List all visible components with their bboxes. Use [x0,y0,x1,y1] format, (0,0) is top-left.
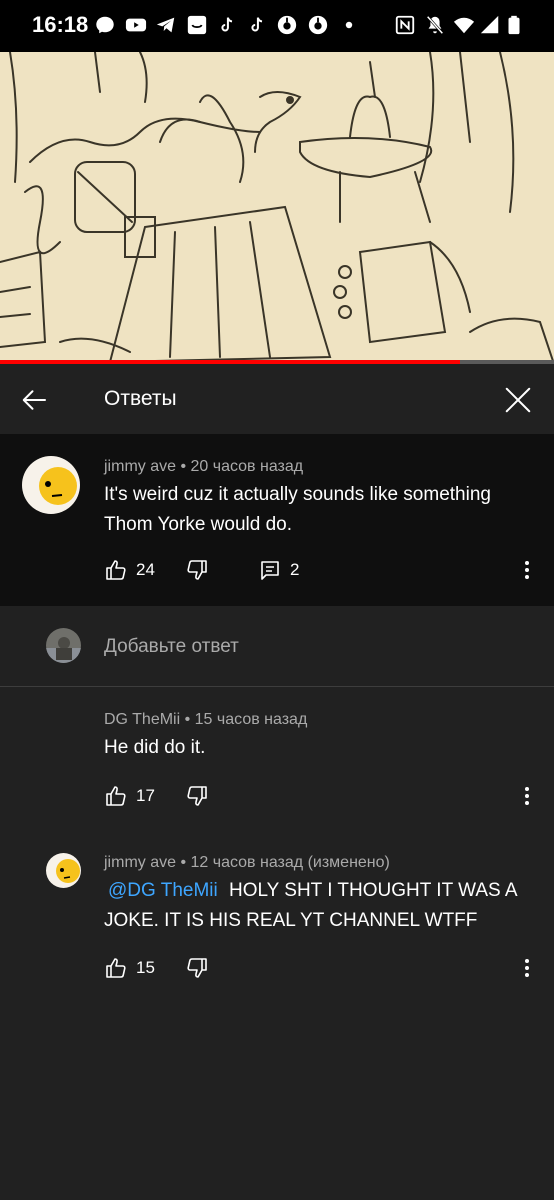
more-vert-icon [525,787,529,805]
reply-text: He did do it. [104,737,206,758]
like-button[interactable]: 17 [104,784,155,808]
avatar [46,628,81,663]
comment-author-meta: jimmy ave • 20 часов назад [104,458,304,475]
telegram-icon [154,13,178,37]
comment-icon [261,561,279,580]
close-icon [505,387,531,413]
dislike-button[interactable] [185,956,209,980]
more-options-button[interactable] [515,954,539,982]
youtube-icon [124,13,148,37]
thumbs-up-icon [106,958,126,978]
comment-text: It's weird cuz it actually sounds like s… [104,484,491,535]
thumbs-up-icon [106,786,126,806]
like-count: 15 [136,958,155,977]
tiktok-icon [245,13,269,37]
more-options-button[interactable] [515,782,539,810]
thumbs-up-icon [106,560,126,580]
nfc-icon [393,13,417,37]
signal-icon [478,13,502,37]
tiktok-icon [215,13,239,37]
reply-count: 2 [290,560,300,579]
dot-icon [337,13,361,37]
like-count: 24 [136,560,155,579]
avatar[interactable] [22,456,80,514]
smile-app-icon [185,13,209,37]
mute-icon [423,13,447,37]
mention-link[interactable]: @DG TheMii [108,880,218,901]
more-options-button[interactable] [515,556,539,584]
reply-count-button[interactable]: 2 [258,558,299,582]
arrow-left-icon [22,390,46,410]
close-button[interactable] [498,380,538,420]
reply-text: @DG TheMii HOLY SHT I THOUGHT IT WAS A J… [104,876,534,936]
messenger-icon [93,13,117,37]
more-vert-icon [525,959,529,977]
reply-author-meta: DG TheMii • 15 часов назад [104,711,308,728]
back-button[interactable] [16,381,54,419]
dislike-button[interactable] [185,784,209,808]
dislike-button[interactable] [185,558,209,582]
status-time: 16:18 [32,12,89,37]
like-count: 17 [136,786,155,805]
status-bar: 16:18 [0,0,554,52]
circle-app-icon [306,13,330,37]
video-frame-illustration [0,52,554,364]
like-button[interactable]: 15 [104,956,155,980]
page-title: Ответы [104,387,177,410]
more-vert-icon [525,561,529,579]
reply-author-meta: jimmy ave • 12 часов назад (изменено) [104,854,390,871]
avatar[interactable] [46,853,81,888]
add-reply-row[interactable]: Добавьте ответ [0,606,554,686]
replies-header: Ответы [0,364,554,434]
parent-comment: jimmy ave • 20 часов назад It's weird cu… [0,434,554,606]
circle-app-icon [275,13,299,37]
reply-input[interactable]: Добавьте ответ [104,636,239,658]
thumbs-down-icon [187,786,207,806]
wifi-icon [452,13,476,37]
thumbs-down-icon [187,958,207,978]
like-button[interactable]: 24 [104,558,155,582]
battery-icon [502,13,526,37]
video-player[interactable] [0,52,554,364]
divider [0,686,554,687]
thumbs-down-icon [187,560,207,580]
